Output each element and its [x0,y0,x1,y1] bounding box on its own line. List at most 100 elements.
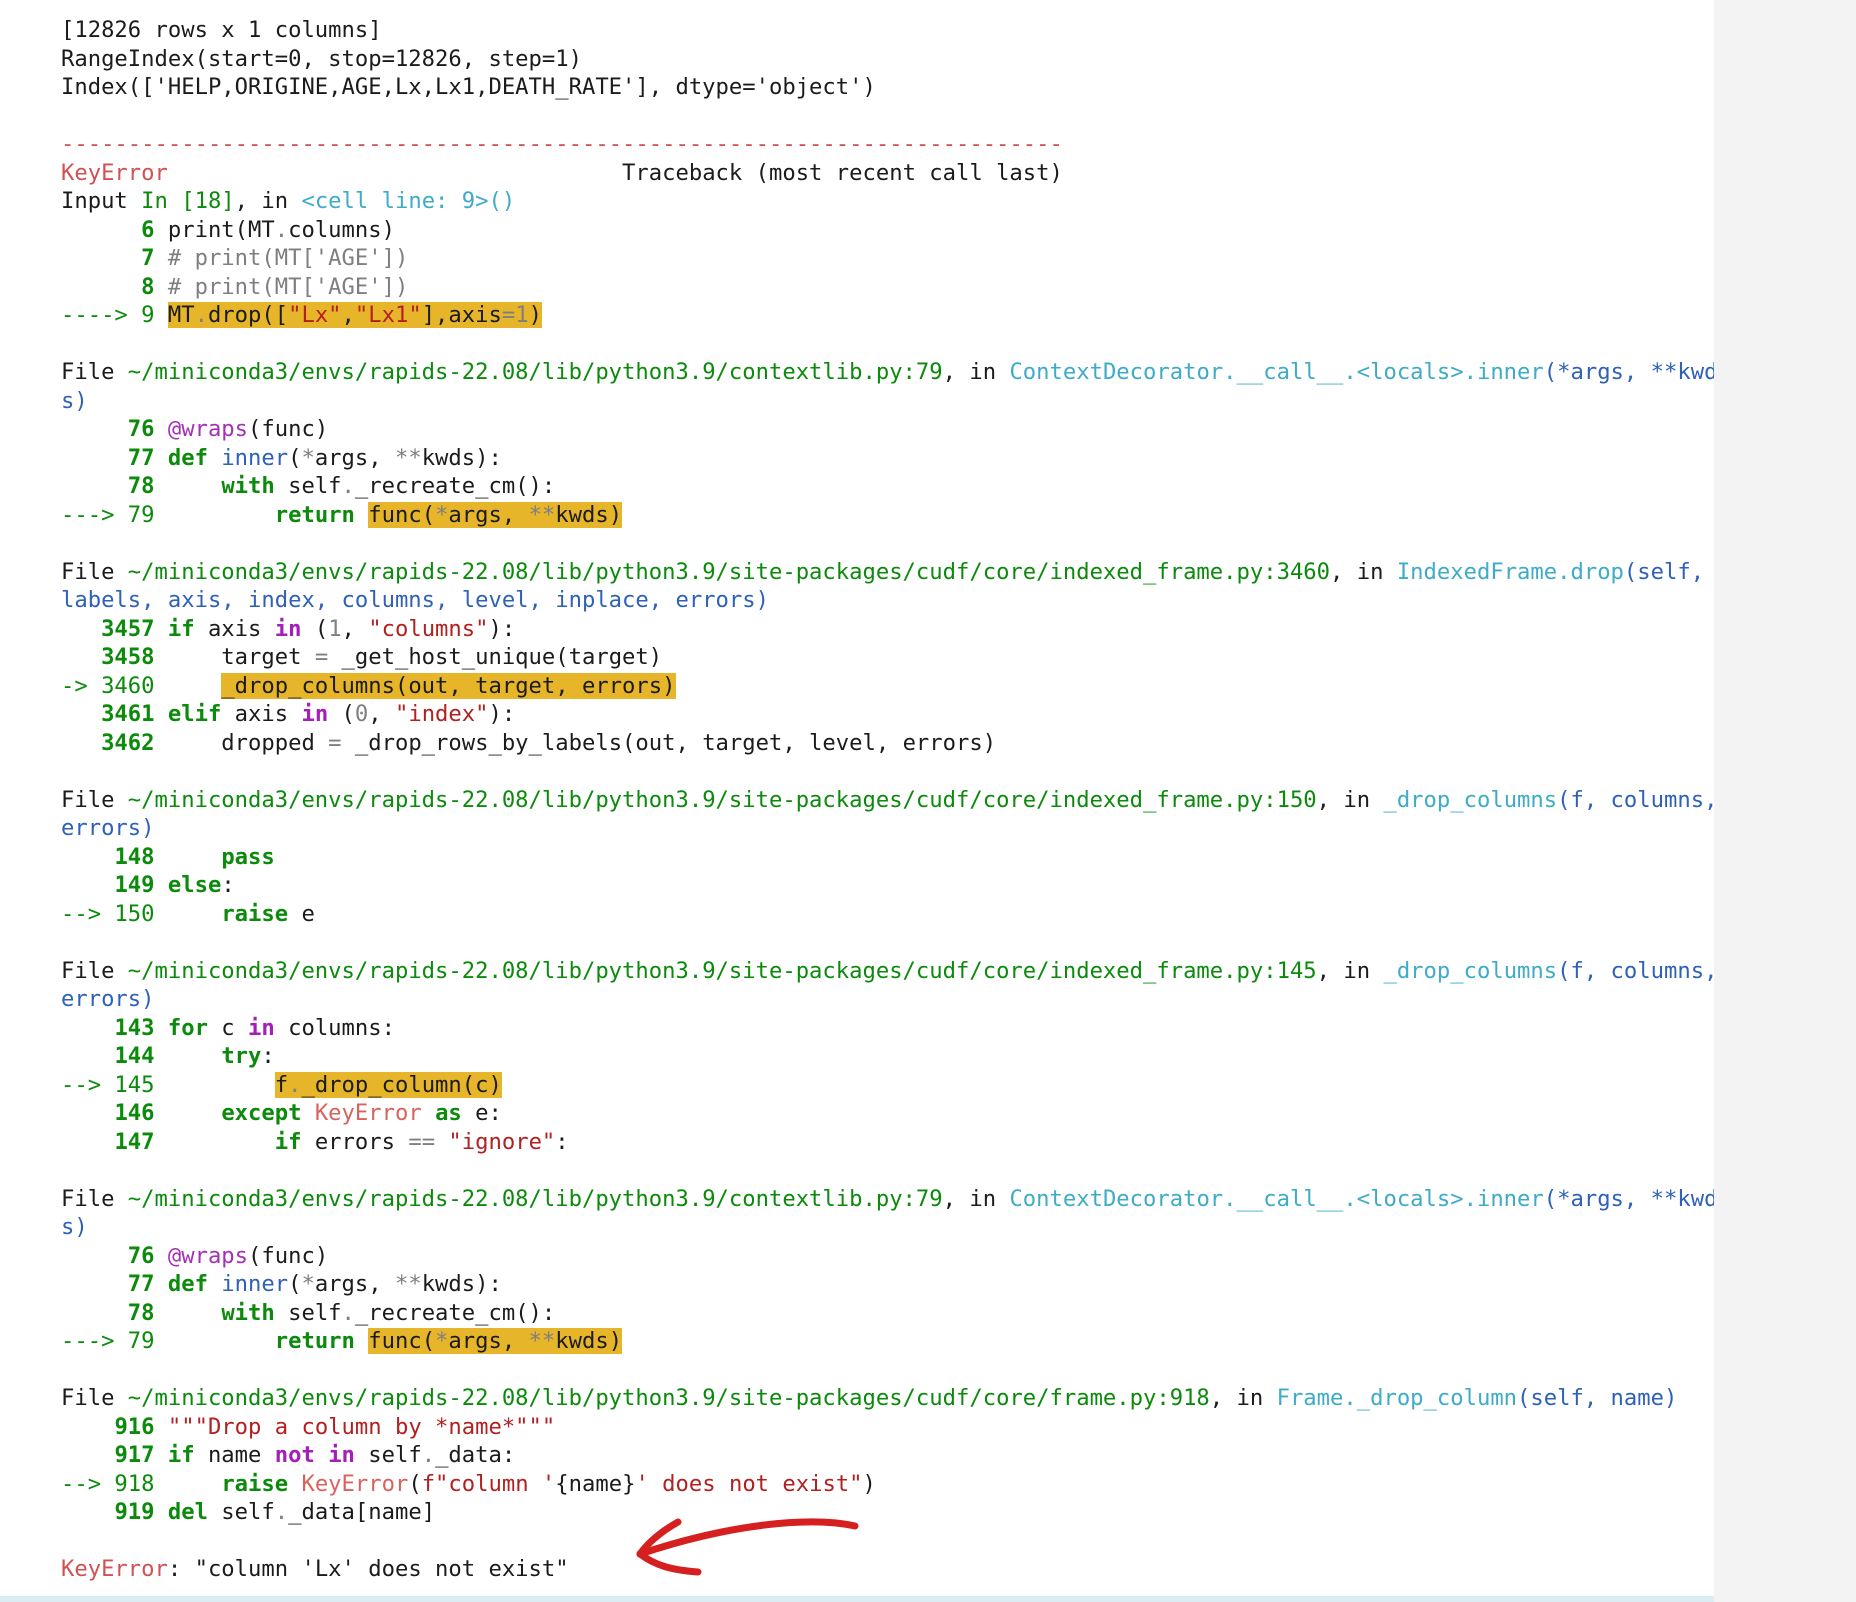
highlighted-token: ** [528,1328,556,1354]
output-line: 916 """Drop a column by *name*""" [61,1413,1717,1442]
text-token: else [167,872,222,898]
text-token: RangeIndex(start=0, stop=12826, step=1) [61,45,582,72]
text-token: *args, **kwd [1557,1185,1718,1212]
text-token: : [261,1043,275,1069]
text-token: self [274,473,342,499]
text-token: ( [288,444,302,471]
highlighted-token: _drop_column(c) [301,1071,502,1098]
output-line: 78 with self._recreate_cm(): [61,472,1717,501]
text-token: , [368,701,395,727]
text-token: ----> 9 [61,302,155,328]
text-token: ( [408,1470,422,1497]
text-token: (self, name) [1517,1385,1678,1411]
text-token: try [221,1043,262,1069]
output-line: 6 print(MT.columns) [61,216,1717,245]
text-token: ~/miniconda3/envs/rapids-22.08/lib/pytho… [127,786,1317,813]
text-token: --> 918 [61,1470,155,1497]
text-token: def [167,444,208,471]
text-token: 148 [114,843,155,870]
highlighted-token: kwds) [555,1328,623,1354]
text-token: . [341,1299,355,1326]
text-token: Traceback (most recent call last) [167,159,1063,186]
text-token: e [288,900,315,927]
text-token: self [207,1499,275,1525]
text-token: [12826 rows x 1 columns] [61,17,382,43]
text-token: ~/miniconda3/envs/rapids-22.08/lib/pytho… [127,359,943,385]
output-line: [12826 rows x 1 columns] [61,16,1717,45]
output-line: KeyError Traceback (most recent call las… [61,159,1717,188]
text-token: ): [488,615,516,642]
output-line: ---> 79 return func(*args, **kwds) [61,501,1717,530]
text-token: ~/miniconda3/envs/rapids-22.08/lib/pytho… [127,558,1331,585]
text-token: ~/miniconda3/envs/rapids-22.08/lib/pytho… [127,1185,943,1212]
text-token: * [301,1271,315,1297]
text-token: except [221,1100,302,1126]
output-line: 7 # print(MT['AGE']) [61,244,1717,273]
text-token: elif [167,701,222,727]
output-line: 77 def inner(*args, **kwds): [61,444,1717,473]
text-token: 143 [114,1014,155,1041]
text-token: _recreate_cm(): [354,473,556,499]
text-token: return [274,1328,355,1354]
text-token: 917 [114,1442,155,1468]
text-token: s) [61,1214,88,1240]
text-token: 77 [127,444,155,471]
text-token: s) [61,387,88,414]
text-token: = [314,644,329,670]
text-token: inner [221,444,289,471]
text-token: 7 [141,245,155,271]
red-arrow-annotation [636,1518,859,1576]
output-line: 3458 target = _get_host_unique(target) [61,643,1717,672]
text-token: axis [221,701,302,727]
text-token: 3461 [101,701,155,727]
text-token: ---> 79 [61,1328,155,1354]
text-token: if [274,1128,302,1155]
highlighted-token: args, [448,1328,529,1354]
text-token: . [274,216,289,243]
text-token: for [167,1014,208,1041]
text-token: File [61,786,128,813]
output-line: 148 pass [61,843,1717,872]
text-token: 916 [114,1413,155,1440]
text-token: 6 [141,216,155,243]
text-token: : [555,1128,569,1155]
text-token: 78 [127,1299,155,1326]
text-token: in [301,701,329,727]
highlighted-token: * [435,1328,449,1354]
text-token: columns) [288,216,395,243]
text-token: , in [1316,957,1384,984]
text-token: _data[name] [288,1499,436,1525]
output-line: labels, axis, index, columns, level, inp… [61,586,1717,615]
text-token: Frame._drop_column [1276,1385,1518,1411]
output-line: ---> 79 return func(*args, **kwds) [61,1327,1717,1356]
highlighted-token: drop([ [207,302,289,328]
notebook-cell-output: [12826 rows x 1 columns] RangeIndex(start… [0,0,1718,1596]
text-token: 144 [114,1043,155,1069]
text-token: ---> 79 [61,501,155,528]
text-token: ) [862,1470,876,1497]
text-token: args, [314,1271,395,1297]
text-token: , in [1330,558,1397,585]
text-token: 3458 [101,644,155,670]
text-token: (func) [248,1242,329,1269]
text-token: as [435,1100,462,1126]
